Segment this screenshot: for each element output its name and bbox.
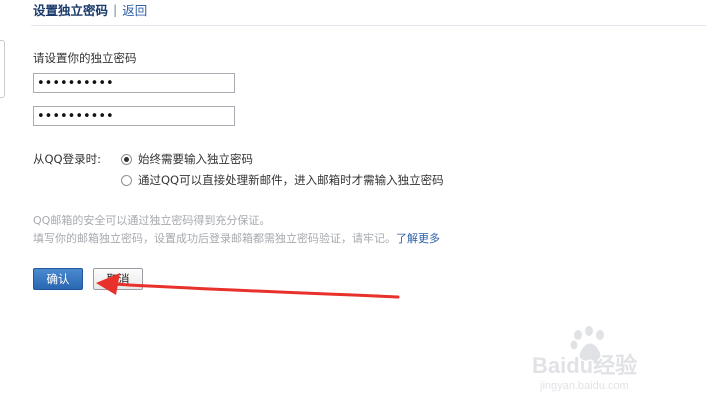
remember-note-text: 填写你的邮箱独立密码，设置成功后登录邮箱都需独立密码验证，请牢记。 <box>33 232 396 245</box>
option-always-require[interactable]: 始终需要输入独立密码 <box>121 151 253 167</box>
qq-login-label: 从QQ登录时: <box>33 152 101 166</box>
radio-qq-direct[interactable] <box>121 174 132 186</box>
option-always-require-label: 始终需要输入独立密码 <box>138 152 253 166</box>
set-password-label: 请设置你的独立密码 <box>33 51 137 65</box>
confirm-password-input[interactable] <box>33 106 235 126</box>
option-qq-direct[interactable]: 通过QQ可以直接处理新邮件，进入邮箱时才需输入独立密码 <box>121 172 444 188</box>
header-divider <box>31 25 706 26</box>
learn-more-link[interactable]: 了解更多 <box>396 232 440 245</box>
password-input[interactable] <box>33 73 235 93</box>
watermark-brand: Baidu经验 <box>532 353 637 378</box>
confirm-button[interactable]: 确认 <box>33 268 83 290</box>
security-note: QQ邮箱的安全可以通过独立密码得到充分保证。 <box>33 214 271 227</box>
watermark-url: jingyan.baidu.com <box>539 380 629 392</box>
cancel-button[interactable]: 取消 <box>93 268 143 290</box>
radio-selected-dot <box>124 156 129 162</box>
radio-always-require[interactable] <box>121 153 132 165</box>
arrow-shaft <box>110 282 400 299</box>
set-password-page: 设置独立密码 | 返回 请设置你的独立密码 从QQ登录时: 始终需要输入独立密码… <box>0 0 706 401</box>
left-edge-bracket <box>0 40 5 98</box>
baidu-jingyan-watermark: Baidu经验 jingyan.baidu.com <box>532 326 637 392</box>
option-qq-direct-label: 通过QQ可以直接处理新邮件，进入邮箱时才需输入独立密码 <box>138 173 444 187</box>
remember-note: 填写你的邮箱独立密码，设置成功后登录邮箱都需独立密码验证，请牢记。了解更多 <box>33 230 440 246</box>
page-header: 设置独立密码 | 返回 <box>33 0 147 18</box>
back-link[interactable]: 返回 <box>122 0 147 19</box>
page-title: 设置独立密码 <box>33 2 109 18</box>
header-separator: | <box>113 1 118 17</box>
